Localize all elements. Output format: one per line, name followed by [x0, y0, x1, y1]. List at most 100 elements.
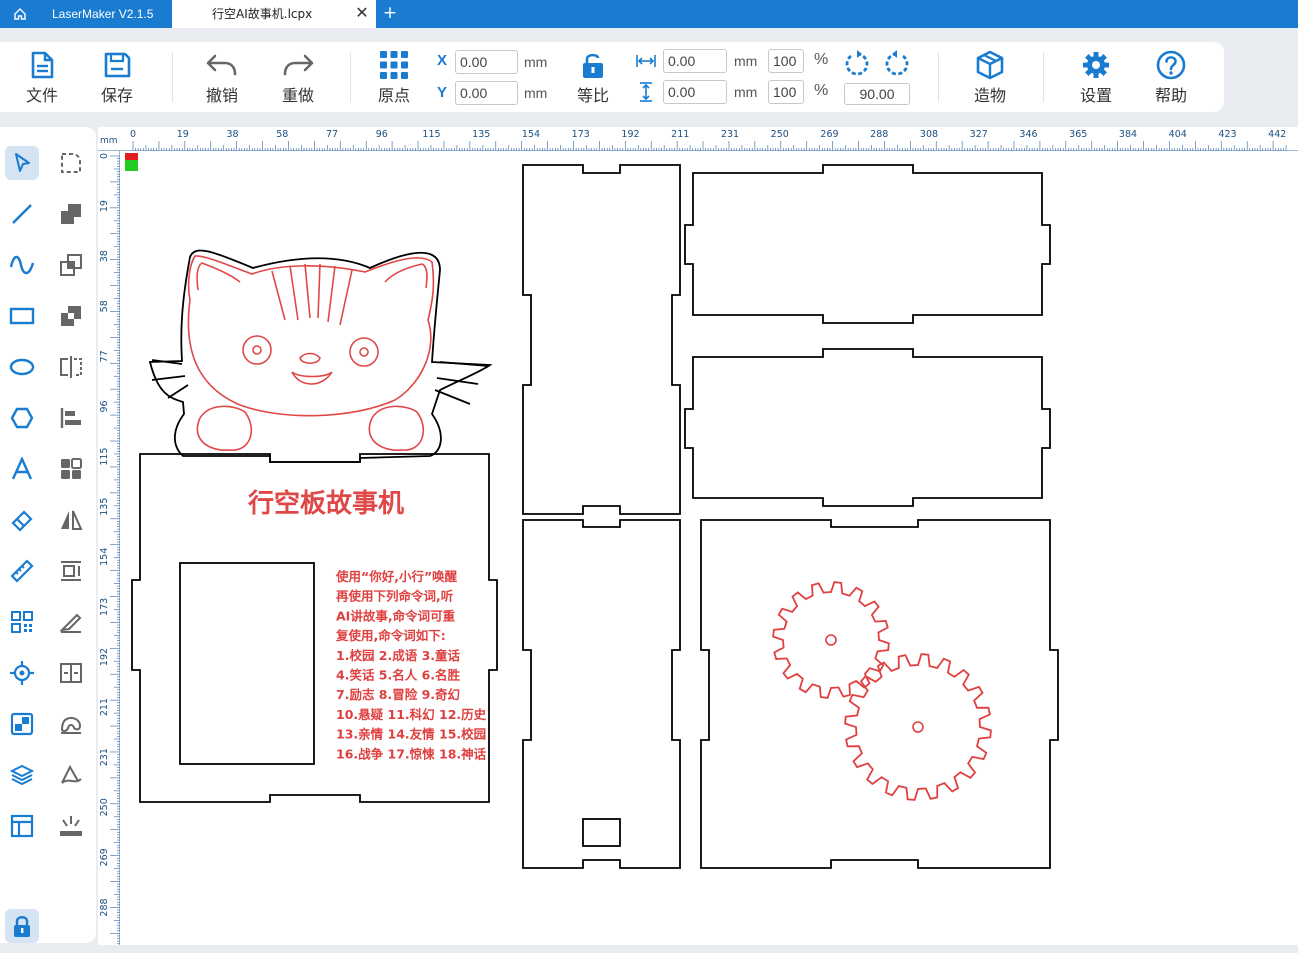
gear-axle-hole — [912, 721, 924, 733]
polygon-tool[interactable] — [5, 401, 39, 435]
instructions-text: 使用“你好,小行”唤醒再使用下列命令词,听 AI讲故事,命令词可重复使用,命令词如… — [335, 569, 487, 761]
unlock-icon — [583, 53, 603, 78]
help-label: 帮助 — [1154, 86, 1187, 105]
cube-icon — [976, 50, 1004, 80]
subtract-tool[interactable] — [54, 299, 88, 333]
x-label: X — [437, 52, 448, 69]
ruler-icon — [10, 559, 34, 583]
mirror-tool[interactable] — [54, 350, 88, 384]
eraser-icon — [11, 510, 33, 532]
origin-button[interactable]: 原点 — [364, 50, 424, 108]
save-button[interactable]: 保存 — [87, 50, 147, 108]
eraser-tool[interactable] — [5, 503, 39, 537]
origin-grid-icon — [380, 51, 408, 79]
flip-tool[interactable] — [54, 503, 88, 537]
toolbar-divider — [938, 52, 939, 102]
position-tool[interactable] — [5, 656, 39, 690]
y-unit: mm — [524, 85, 548, 101]
laser-tool[interactable] — [54, 809, 88, 843]
layer-box-tool[interactable] — [5, 707, 39, 741]
distribute-icon — [61, 561, 81, 581]
cat-engrave — [187, 255, 435, 451]
close-tab-button[interactable]: ✕ — [352, 3, 372, 23]
align-tool[interactable] — [54, 401, 88, 435]
rotate-cw-icon[interactable] — [883, 50, 911, 78]
height-percent-input[interactable]: 100 — [768, 80, 804, 104]
top-panel-2 — [684, 348, 1051, 507]
node-edit-tool[interactable] — [54, 146, 88, 180]
grid-icon — [61, 458, 82, 479]
hexagon-icon — [10, 407, 34, 429]
hand-tool[interactable] — [54, 707, 88, 741]
array-tool[interactable] — [54, 452, 88, 486]
toolbar-divider — [172, 52, 173, 102]
screen-cutout — [179, 562, 315, 765]
qrcode-tool[interactable] — [5, 605, 39, 639]
top-panel-1 — [684, 164, 1051, 324]
combine-icon — [61, 204, 81, 224]
home-button[interactable] — [0, 0, 40, 28]
build-button[interactable]: 造物 — [960, 50, 1020, 108]
height-percent-unit: % — [814, 82, 829, 99]
distribute-tool[interactable] — [54, 554, 88, 588]
pointer-icon — [15, 153, 30, 172]
layers-tool[interactable] — [5, 758, 39, 792]
save-icon — [104, 52, 131, 78]
gear-outline — [844, 653, 992, 801]
tool-panel — [0, 127, 96, 943]
x-input[interactable]: 0.00 — [455, 50, 518, 74]
combine-tool[interactable] — [54, 197, 88, 231]
settings-label: 设置 — [1079, 86, 1112, 105]
x-unit: mm — [524, 54, 548, 70]
curve-tool[interactable] — [5, 248, 39, 282]
file-button[interactable]: 文件 — [12, 50, 72, 108]
app-title: LaserMaker V2.1.5 — [52, 7, 154, 21]
intersect-tool[interactable] — [54, 248, 88, 282]
home-icon — [14, 8, 26, 20]
sign-tool[interactable] — [54, 605, 88, 639]
mirror-icon — [60, 356, 82, 378]
ratio-lock-button[interactable]: 等比 — [563, 50, 623, 108]
document-tab[interactable]: 行空AI故事机.lcpx ✕ — [172, 0, 376, 28]
signature-icon — [59, 613, 82, 633]
redo-icon — [283, 54, 314, 76]
origin-marker-green — [125, 160, 138, 171]
measure-tool[interactable] — [5, 554, 39, 588]
height-input[interactable]: 0.00 — [663, 80, 727, 104]
line-icon — [12, 204, 32, 224]
help-icon — [1156, 50, 1186, 80]
rotate-ccw-icon[interactable] — [843, 50, 871, 78]
y-input[interactable]: 0.00 — [455, 81, 518, 105]
redo-button[interactable]: 重做 — [268, 50, 328, 108]
drawing-area: 行空板故事机 使用“你好,小行”唤醒再使用下列命令词,听 AI讲故事,命令词可重复… — [125, 153, 1059, 869]
text-icon — [11, 457, 33, 480]
lock-tool[interactable] — [5, 909, 39, 943]
port-cutout — [582, 818, 621, 847]
base-panel — [700, 519, 1059, 869]
ellipse-tool[interactable] — [5, 350, 39, 384]
select-tool[interactable] — [5, 146, 39, 180]
instruction-line: 10.悬疑 11.科幻 12.历史 — [336, 707, 487, 722]
rectangle-icon — [9, 307, 35, 325]
gear-icon — [1083, 52, 1109, 78]
target-icon — [10, 661, 34, 685]
center-tool[interactable] — [54, 656, 88, 690]
rotation-input[interactable]: 90.00 — [844, 83, 910, 105]
undo-button[interactable]: 撤销 — [192, 50, 252, 108]
layer-box-icon — [10, 712, 34, 736]
width-input[interactable]: 0.00 — [663, 49, 727, 73]
main-toolbar: 文件 保存 撤销 重做 原点 X 0.00 mm Y 0.00 mm 等比 0.… — [0, 42, 1224, 112]
width-percent-input[interactable]: 100 — [768, 49, 804, 73]
height-unit: mm — [734, 84, 758, 100]
settings-button[interactable]: 设置 — [1066, 50, 1126, 108]
line-tool[interactable] — [5, 197, 39, 231]
rectangle-tool[interactable] — [5, 299, 39, 333]
text-tool[interactable] — [5, 452, 39, 486]
instruction-line: 使用“你好,小行”唤醒 — [335, 569, 458, 584]
design-canvas[interactable]: mm 0 19 38 58 77 96 115 135 154 173 192 211 231 250 26… — [98, 127, 1298, 945]
document-tab-label: 行空AI故事机.lcpx — [212, 7, 313, 21]
pen-path-tool[interactable] — [54, 758, 88, 792]
new-tab-button[interactable]: + — [380, 3, 400, 23]
layout-tool[interactable] — [5, 809, 39, 843]
help-button[interactable]: 帮助 — [1141, 50, 1201, 108]
